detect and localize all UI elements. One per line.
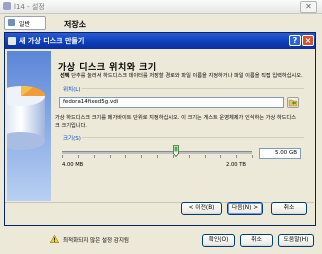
size-max-label: 2.00 TB xyxy=(226,162,246,168)
slider-tick xyxy=(252,155,253,158)
tab-general-label: 일반 xyxy=(19,21,31,28)
slider-tick xyxy=(236,155,237,158)
settings-titlebar: l14 - 설정 ✕ xyxy=(0,0,322,14)
description-bold: 선택 xyxy=(60,73,70,79)
slider-tick xyxy=(78,155,79,158)
dialog-title: 새 가상 디스크 만들기 xyxy=(19,37,85,45)
slider-tick xyxy=(94,155,95,158)
ok-button[interactable]: 확인(O) xyxy=(202,234,235,247)
tab-general[interactable]: 일반 xyxy=(4,16,46,30)
app-icon xyxy=(3,2,11,10)
warning-text: 최적화되지 않은 설정 감지됨 xyxy=(63,238,129,244)
disk-illustration xyxy=(7,51,51,201)
slider-tick xyxy=(220,155,221,158)
location-divider xyxy=(82,88,304,89)
close-title-button[interactable]: × xyxy=(302,35,314,46)
settings-close-button[interactable]: ✕ xyxy=(300,1,317,13)
section-title: 저장소 xyxy=(64,20,87,29)
choose-folder-button[interactable] xyxy=(287,97,299,108)
size-label: 크기(S) xyxy=(63,136,81,142)
dialog-button-separator xyxy=(5,202,314,203)
description-rest: 단추를 눌러서 하드디스크 데이터를 저장할 경로와 파일 이름을 지정하거나 … xyxy=(69,73,303,79)
size-min-label: 4.00 MB xyxy=(62,162,84,168)
back-button[interactable]: < 이전(B) xyxy=(181,202,222,215)
slider-tick xyxy=(189,155,190,158)
settings-cancel-button[interactable]: 취소 xyxy=(240,234,273,247)
slider-tick xyxy=(62,155,63,158)
slider-tick xyxy=(205,155,206,158)
slider-tick xyxy=(125,155,126,158)
settings-title: l14 - 설정 xyxy=(14,3,45,11)
location-description: 선택 단추를 눌러서 하드디스크 데이터를 저장할 경로와 파일 이름을 지정하… xyxy=(60,72,305,80)
dialog-app-icon xyxy=(8,37,16,45)
size-divider xyxy=(82,137,304,138)
dialog-titlebar: 새 가상 디스크 만들기 ? × xyxy=(5,33,315,49)
slider-tick xyxy=(157,155,158,158)
slider-tick xyxy=(141,155,142,158)
help-button[interactable]: 도움말(H) xyxy=(278,234,314,247)
slider-tick xyxy=(110,155,111,158)
location-input[interactable]: fedora14fixed5g.vdi xyxy=(59,97,284,108)
next-button[interactable]: 다음(N) > xyxy=(227,202,263,215)
folder-icon xyxy=(288,99,298,107)
general-icon xyxy=(8,19,15,26)
size-value-input[interactable]: 5.00 GB xyxy=(259,148,301,159)
size-slider-track[interactable] xyxy=(62,151,252,154)
size-description: 가상 하드디스크 크기를 메가바이트 단위로 지정하십시오. 이 크기는 게스트… xyxy=(55,115,296,129)
warning-icon xyxy=(50,235,59,243)
location-label: 위치(L) xyxy=(63,87,81,93)
help-title-button[interactable]: ? xyxy=(289,35,301,46)
dialog-cancel-button[interactable]: 취소 xyxy=(271,202,307,215)
size-slider-thumb[interactable] xyxy=(173,145,179,157)
